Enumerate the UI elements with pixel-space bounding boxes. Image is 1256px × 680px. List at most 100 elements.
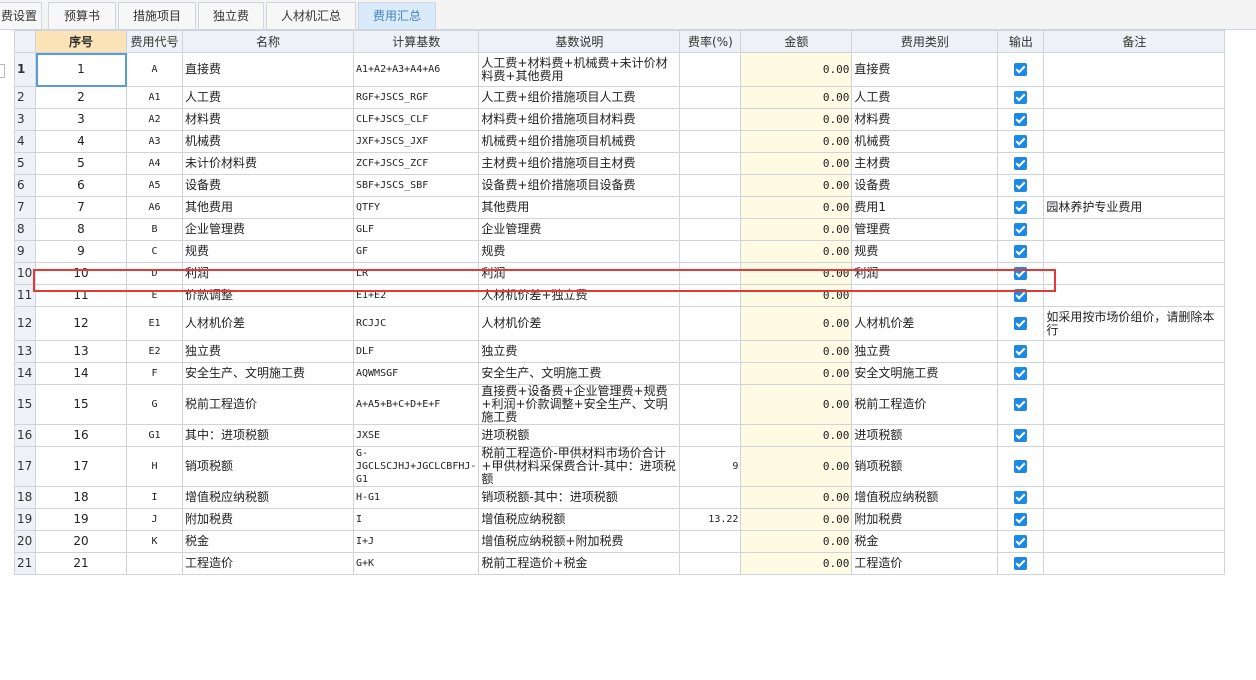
base-desc-cell[interactable]: 税前工程造价+税金: [478, 552, 681, 575]
table-row[interactable]: 14 14 F 安全生产、文明施工费 AQWMSGF 安全生产、文明施工费 0.00 安全文明…: [14, 362, 1226, 385]
table-row[interactable]: 19 19 J 附加税费 I 增值税应纳税额 13.22 0.00 附加税费: [14, 508, 1226, 531]
remark-cell[interactable]: [1043, 486, 1226, 509]
name-cell[interactable]: 规费: [182, 240, 354, 263]
amount-cell[interactable]: 0.00: [740, 86, 853, 109]
amount-cell[interactable]: 0.00: [740, 508, 853, 531]
base-desc-cell[interactable]: 进项税额: [478, 424, 681, 447]
remark-cell[interactable]: [1043, 262, 1226, 285]
category-cell[interactable]: 人工费: [851, 86, 999, 109]
rownum-cell[interactable]: 21: [14, 552, 36, 575]
code-cell[interactable]: B: [126, 218, 183, 241]
output-cell[interactable]: [997, 530, 1045, 553]
remark-cell[interactable]: [1043, 508, 1226, 531]
remark-cell[interactable]: [1043, 174, 1226, 197]
table-row[interactable]: 15 15 G 税前工程造价 A+A5+B+C+D+E+F 直接费+设备费+企业管理费+规…: [14, 384, 1226, 425]
name-cell[interactable]: 人材机价差: [182, 306, 354, 341]
output-cell[interactable]: [997, 446, 1045, 487]
output-checkbox[interactable]: [1014, 289, 1028, 302]
rate-cell[interactable]: [679, 218, 742, 241]
name-cell[interactable]: 其中：进项税额: [182, 424, 354, 447]
output-checkbox[interactable]: [1014, 460, 1028, 473]
output-cell[interactable]: [997, 552, 1045, 575]
tab-labor-material-summary[interactable]: 人材机汇总: [266, 2, 356, 29]
code-cell[interactable]: G: [126, 384, 183, 425]
seq-cell[interactable]: 7: [35, 196, 127, 219]
category-cell[interactable]: 增值税应纳税额: [851, 486, 999, 509]
category-cell[interactable]: 直接费: [851, 52, 999, 87]
output-cell[interactable]: [997, 284, 1045, 307]
category-cell[interactable]: 材料费: [851, 108, 999, 131]
seq-cell[interactable]: 6: [35, 174, 127, 197]
output-cell[interactable]: [997, 486, 1045, 509]
seq-cell[interactable]: 3: [35, 108, 127, 131]
output-checkbox[interactable]: [1014, 245, 1028, 258]
name-cell[interactable]: 价款调整: [182, 284, 354, 307]
rate-cell[interactable]: [679, 196, 742, 219]
rate-cell[interactable]: 13.22: [679, 508, 742, 531]
output-cell[interactable]: [997, 384, 1045, 425]
base-cell[interactable]: I: [352, 508, 480, 531]
amount-cell[interactable]: 0.00: [740, 384, 853, 425]
output-checkbox[interactable]: [1014, 557, 1028, 570]
amount-cell[interactable]: 0.00: [740, 52, 853, 87]
base-cell[interactable]: RGF+JSCS_RGF: [352, 86, 480, 109]
code-cell[interactable]: I: [126, 486, 183, 509]
category-cell[interactable]: 利润: [851, 262, 999, 285]
col-header-amount[interactable]: 金额: [740, 30, 853, 53]
base-desc-cell[interactable]: 直接费+设备费+企业管理费+规费+利润+价款调整+安全生产、文明施工费: [478, 384, 681, 425]
col-header-name[interactable]: 名称: [182, 30, 354, 53]
base-cell[interactable]: AQWMSGF: [352, 362, 480, 385]
rate-cell[interactable]: [679, 284, 742, 307]
col-header-seq[interactable]: 序号: [35, 30, 127, 53]
base-desc-cell[interactable]: 人材机价差: [478, 306, 681, 341]
code-cell[interactable]: A: [126, 52, 183, 87]
base-desc-cell[interactable]: 税前工程造价-甲供材料市场价合计+甲供材料采保费合计-其中：进项税额: [478, 446, 681, 487]
seq-cell[interactable]: 14: [35, 362, 127, 385]
output-cell[interactable]: [997, 86, 1045, 109]
table-row[interactable]: 4 4 A3 机械费 JXF+JSCS_JXF 机械费+组价措施项目机械费 0.00 机械费: [14, 130, 1226, 153]
output-checkbox[interactable]: [1014, 535, 1028, 548]
rownum-cell[interactable]: 1: [14, 52, 36, 87]
code-cell[interactable]: H: [126, 446, 183, 487]
code-cell[interactable]: [126, 552, 183, 575]
base-cell[interactable]: ZCF+JSCS_ZCF: [352, 152, 480, 175]
output-checkbox[interactable]: [1014, 367, 1028, 380]
base-desc-cell[interactable]: 增值税应纳税额+附加税费: [478, 530, 681, 553]
category-cell[interactable]: 人材机价差: [851, 306, 999, 341]
output-checkbox[interactable]: [1014, 513, 1028, 526]
output-cell[interactable]: [997, 174, 1045, 197]
base-cell[interactable]: RCJJC: [352, 306, 480, 341]
remark-cell[interactable]: [1043, 384, 1226, 425]
table-row[interactable]: 16 16 G1 其中：进项税额 JXSE 进项税额 0.00 进项税额: [14, 424, 1226, 447]
seq-cell[interactable]: 8: [35, 218, 127, 241]
col-header-category[interactable]: 费用类别: [851, 30, 999, 53]
base-cell[interactable]: A+A5+B+C+D+E+F: [352, 384, 480, 425]
base-desc-cell[interactable]: 人工费+材料费+机械费+未计价材料费+其他费用: [478, 52, 681, 87]
col-header-remark[interactable]: 备注: [1043, 30, 1226, 53]
category-cell[interactable]: 附加税费: [851, 508, 999, 531]
code-cell[interactable]: G1: [126, 424, 183, 447]
table-row[interactable]: 12 12 E1 人材机价差 RCJJC 人材机价差 0.00 人材机价差 如采用按市场价组价，…: [14, 306, 1226, 341]
seq-cell[interactable]: 19: [35, 508, 127, 531]
category-cell[interactable]: 规费: [851, 240, 999, 263]
category-cell[interactable]: 税金: [851, 530, 999, 553]
base-cell[interactable]: CLF+JSCS_CLF: [352, 108, 480, 131]
seq-cell[interactable]: 12: [35, 306, 127, 341]
name-cell[interactable]: 材料费: [182, 108, 354, 131]
output-checkbox[interactable]: [1014, 345, 1028, 358]
output-checkbox[interactable]: [1014, 91, 1028, 104]
category-cell[interactable]: 费用1: [851, 196, 999, 219]
rownum-cell[interactable]: 10: [14, 262, 36, 285]
code-cell[interactable]: E2: [126, 340, 183, 363]
base-cell[interactable]: JXSE: [352, 424, 480, 447]
base-cell[interactable]: GLF: [352, 218, 480, 241]
rownum-cell[interactable]: 8: [14, 218, 36, 241]
rownum-cell[interactable]: 2: [14, 86, 36, 109]
output-checkbox[interactable]: [1014, 179, 1028, 192]
rownum-cell[interactable]: 4: [14, 130, 36, 153]
remark-cell[interactable]: [1043, 130, 1226, 153]
table-row[interactable]: 10 10 D 利润 LR 利润 0.00 利润: [14, 262, 1226, 285]
rate-cell[interactable]: [679, 552, 742, 575]
base-cell[interactable]: I+J: [352, 530, 480, 553]
rate-cell[interactable]: [679, 530, 742, 553]
